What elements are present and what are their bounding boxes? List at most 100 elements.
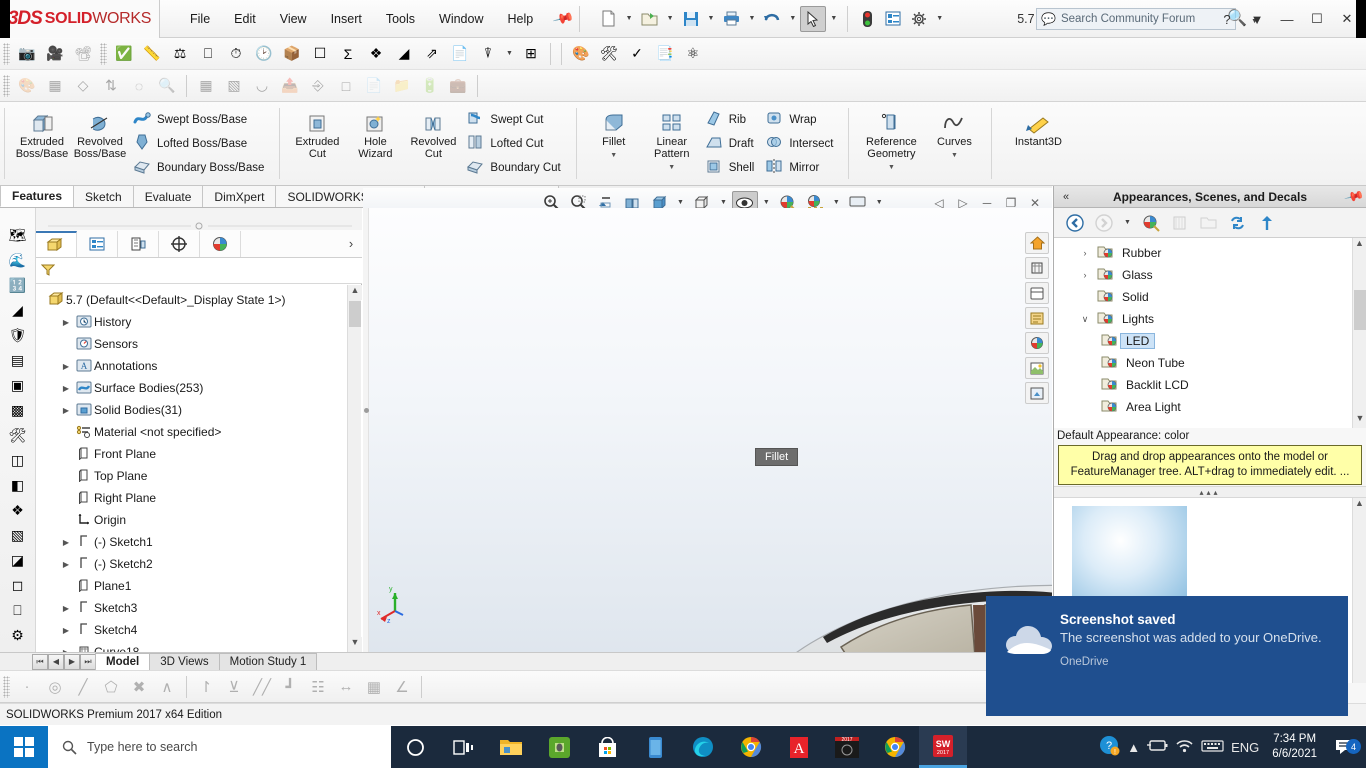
screen-capture-icon[interactable]: 📷 <box>13 41 41 67</box>
taskbar-clock[interactable]: 7:34 PM 6/6/2021 <box>1266 732 1323 762</box>
expand-arrow-solid-bodies[interactable]: ▶ <box>58 406 74 415</box>
tree-row-sketch4[interactable]: ▶ Sketch4 <box>36 619 362 641</box>
instant3d-button[interactable]: Instant3D <box>1000 105 1076 183</box>
revolved-cut-button[interactable]: Revolved Cut <box>404 105 462 183</box>
tree-row-curve18[interactable]: ▶ Curve18 <box>36 641 362 652</box>
curves-dropdown-caret[interactable]: ▼ <box>951 150 958 162</box>
boundary-surface-icon[interactable]: ◢ <box>5 299 31 321</box>
prev-tab-button[interactable]: ◀ <box>48 654 64 670</box>
toolbar-grip-2[interactable] <box>100 43 107 65</box>
tree-row-origin[interactable]: Origin <box>36 509 362 531</box>
forward-icon[interactable] <box>1091 211 1117 235</box>
tree-row-sketch1[interactable]: ▶ (-) Sketch1 <box>36 531 362 553</box>
lofted-cut-button[interactable]: Lofted Cut <box>462 132 567 156</box>
dense-grid-icon[interactable]: ▦ <box>192 73 220 99</box>
toolbar2-grip[interactable] <box>3 75 10 97</box>
arc-icon[interactable]: ↾ <box>192 674 220 700</box>
thumbnail-icon[interactable]: 🎨 <box>567 41 595 67</box>
corner-icon[interactable]: ┛ <box>276 674 304 700</box>
linear-pattern-dropdown-caret[interactable]: ▼ <box>668 162 675 174</box>
reference-geometry-dropdown-caret[interactable]: ▼ <box>888 162 895 174</box>
open-doc-caret[interactable]: ▼ <box>663 15 678 22</box>
revolved-surface-icon[interactable]: 🌊 <box>5 249 31 271</box>
design-table-icon[interactable]: ⊞ <box>517 41 545 67</box>
appearance-row-neon-tube[interactable]: Neon Tube <box>1054 352 1366 374</box>
microsoft-edge-icon[interactable] <box>679 726 727 768</box>
assembly-visualization-icon[interactable]: 🛠 <box>595 41 623 67</box>
preview-scrollbar[interactable]: ▲ <box>1352 498 1366 683</box>
angle-icon[interactable]: ◌ <box>125 73 153 99</box>
tree-icon[interactable]: ⎆ <box>304 73 332 99</box>
flip-icon[interactable]: ⇅ <box>97 73 125 99</box>
zebra-stripes-icon[interactable]: ◢ <box>390 41 418 67</box>
fillet-button[interactable]: Fillet ▼ <box>585 105 643 183</box>
linear-sketch-pattern-icon[interactable]: ☷ <box>304 674 332 700</box>
appearance-row-rubber[interactable]: › Rubber <box>1054 242 1366 264</box>
maximize-button[interactable]: ☐ <box>1304 8 1330 30</box>
microsoft-store-icon[interactable] <box>583 726 631 768</box>
tree-row-sketch3[interactable]: ▶ Sketch3 <box>36 597 362 619</box>
undo-button[interactable] <box>759 6 785 32</box>
record-video-icon[interactable]: 🎥 <box>41 41 69 67</box>
mirror-surface-icon[interactable]: ◡ <box>248 73 276 99</box>
solidworks-taskbar-icon[interactable]: SW2017 <box>919 726 967 768</box>
swept-boss-base-button[interactable]: Swept Boss/Base <box>129 108 271 132</box>
lofted-surface-icon[interactable]: 🔢 <box>5 274 31 296</box>
feature-tree-scrollbar[interactable]: ▲ ▼ <box>347 285 361 652</box>
new-document-button[interactable] <box>596 6 622 32</box>
curvature-icon[interactable]: ❖ <box>362 41 390 67</box>
mass-properties-icon[interactable]: ⚖ <box>166 41 194 67</box>
toolbar-grip[interactable] <box>3 43 10 65</box>
print-button[interactable] <box>718 6 744 32</box>
magnify-icon[interactable]: 🔍 <box>153 73 181 99</box>
view-panel-icon[interactable] <box>1025 282 1049 304</box>
tree-row-top-plane[interactable]: Top Plane <box>36 465 362 487</box>
wifi-icon[interactable] <box>1175 739 1194 756</box>
tree-row-sketch2[interactable]: ▶ (-) Sketch2 <box>36 553 362 575</box>
extend-surface-icon[interactable]: ◫ <box>5 449 31 471</box>
revolved-boss-base-button[interactable]: Revolved Boss/Base <box>71 105 129 183</box>
apply-scene-caret[interactable]: ▼ <box>829 199 844 206</box>
display-states-icon[interactable] <box>1167 211 1193 235</box>
expand-arrow-surface-bodies[interactable]: ▶ <box>58 384 74 393</box>
fill-surface-icon[interactable]: 🛡 <box>5 324 31 346</box>
tab-dimxpert[interactable]: DimXpert <box>202 185 276 207</box>
panel-splitter[interactable]: ▴▴▴ <box>1054 486 1366 498</box>
hole-wizard-button[interactable]: Hole Wizard <box>346 105 404 183</box>
radiate-surface-icon[interactable]: ⚙ <box>5 624 31 646</box>
intersect-button[interactable]: Intersect <box>761 132 840 156</box>
compare-documents-icon[interactable]: 📄 <box>446 41 474 67</box>
sheet-icon[interactable]: □ <box>332 73 360 99</box>
appearance-row-led[interactable]: LED <box>1054 330 1366 352</box>
action-center-icon[interactable]: 4 <box>1330 738 1360 756</box>
hide-show-caret[interactable]: ▼ <box>759 199 774 206</box>
untrim-surface-icon[interactable]: 🛠 <box>5 424 31 446</box>
minimize-button[interactable]: — <box>1274 8 1300 30</box>
settings-caret[interactable]: ▼ <box>932 15 947 22</box>
knit-surface-icon[interactable]: ❖ <box>5 499 31 521</box>
display-style-caret[interactable]: ▼ <box>716 199 731 206</box>
view-orientation-caret[interactable]: ▼ <box>673 199 688 206</box>
feature-manager-handle[interactable] <box>36 219 362 227</box>
menu-window[interactable]: Window <box>427 8 495 30</box>
first-tab-button[interactable]: ⏮ <box>32 654 48 670</box>
appearance-row-area-light[interactable]: Area Light <box>1054 396 1366 418</box>
scene-icon[interactable] <box>1025 357 1049 379</box>
autodesk-2017-icon[interactable]: 2017 <box>823 726 871 768</box>
dimxpert-manager-tab[interactable] <box>159 231 200 257</box>
rebuild-button[interactable] <box>854 6 880 32</box>
replace-face-icon[interactable]: ▣ <box>5 374 31 396</box>
menu-insert[interactable]: Insert <box>319 8 374 30</box>
edit-appearance-icon[interactable]: 🎨 <box>13 73 41 99</box>
display-manager-tab[interactable] <box>200 231 241 257</box>
expand-arrow-sketch3[interactable]: ▶ <box>58 604 74 613</box>
save-document-button[interactable] <box>678 6 704 32</box>
appearance-row-glass[interactable]: › Glass <box>1054 264 1366 286</box>
wrap-button[interactable]: Wrap <box>761 108 840 132</box>
menu-help[interactable]: Help <box>496 8 546 30</box>
display-state-icon[interactable] <box>1025 307 1049 329</box>
expand-arrow-sketch2[interactable]: ▶ <box>58 560 74 569</box>
bottom-tab-model[interactable]: Model <box>95 653 150 670</box>
page-icon[interactable]: 📄 <box>360 73 388 99</box>
menu-view[interactable]: View <box>268 8 319 30</box>
